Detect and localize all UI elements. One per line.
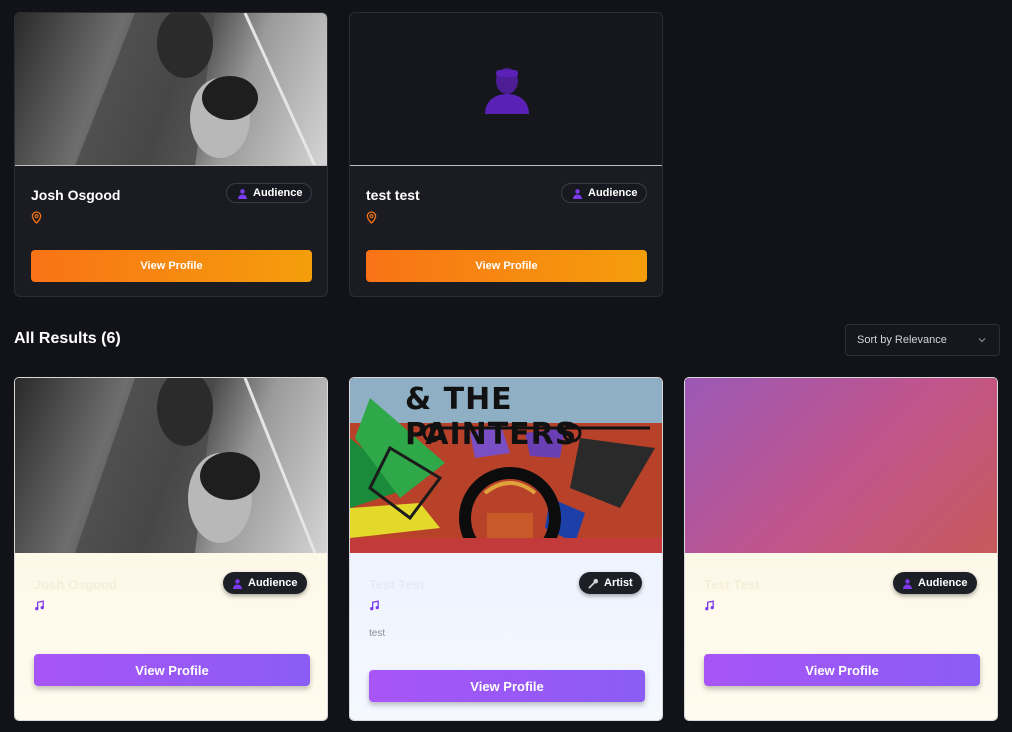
music-note-icon (370, 600, 379, 611)
profile-name: Josh Osgood (31, 187, 121, 203)
avatar-placeholder-icon (485, 68, 529, 114)
profile-name: Test Test (369, 577, 425, 592)
profile-photo (15, 378, 327, 553)
role-label: Audience (253, 187, 303, 199)
view-profile-button[interactable]: View Profile (34, 654, 310, 686)
person-icon (238, 188, 247, 199)
music-note-icon (35, 600, 44, 611)
profile-name: Test Test (704, 577, 760, 592)
location-pin-icon (31, 211, 42, 224)
role-badge: Audience (226, 183, 312, 203)
sort-select[interactable]: Sort by Relevance (845, 324, 1000, 356)
profile-name: test test (366, 187, 420, 203)
view-profile-button[interactable]: View Profile (31, 250, 312, 282)
view-profile-button[interactable]: View Profile (366, 250, 647, 282)
profile-photo (15, 13, 327, 166)
view-profile-button[interactable]: View Profile (369, 670, 645, 702)
microphone-icon (588, 578, 599, 588)
chevron-down-icon (978, 338, 986, 343)
results-heading: All Results (6) (14, 330, 121, 347)
role-label: Artist (604, 577, 633, 589)
band-banner-text: & THE PAINTERS (405, 382, 578, 452)
sort-selected-label: Sort by Relevance (857, 334, 947, 346)
profile-photo-gradient (685, 378, 997, 553)
role-badge: Artist (579, 572, 642, 594)
featured-card: test test Audience View Profile (349, 12, 663, 297)
profile-description: test (369, 628, 386, 639)
role-badge: Audience (223, 572, 307, 594)
role-badge: Audience (893, 572, 977, 594)
result-card: & THE PAINTERS Test Test Artist test Vie… (349, 377, 663, 721)
featured-card: Josh Osgood Audience View Profile (14, 12, 328, 297)
view-profile-button[interactable]: View Profile (704, 654, 980, 686)
role-badge: Audience (561, 183, 647, 203)
profile-photo-placeholder (350, 13, 662, 166)
location-pin-icon (366, 211, 377, 224)
result-card: Josh Osgood Audience View Profile (14, 377, 328, 721)
role-label: Audience (918, 577, 968, 589)
music-note-icon (705, 600, 714, 611)
profile-name: Josh Osgood (34, 577, 118, 592)
person-icon (233, 578, 242, 589)
role-label: Audience (248, 577, 298, 589)
band-artwork: & THE PAINTERS (350, 378, 662, 553)
person-icon (573, 188, 582, 199)
role-label: Audience (588, 187, 638, 199)
result-card: Test Test Audience View Profile (684, 377, 998, 721)
person-icon (903, 578, 912, 589)
